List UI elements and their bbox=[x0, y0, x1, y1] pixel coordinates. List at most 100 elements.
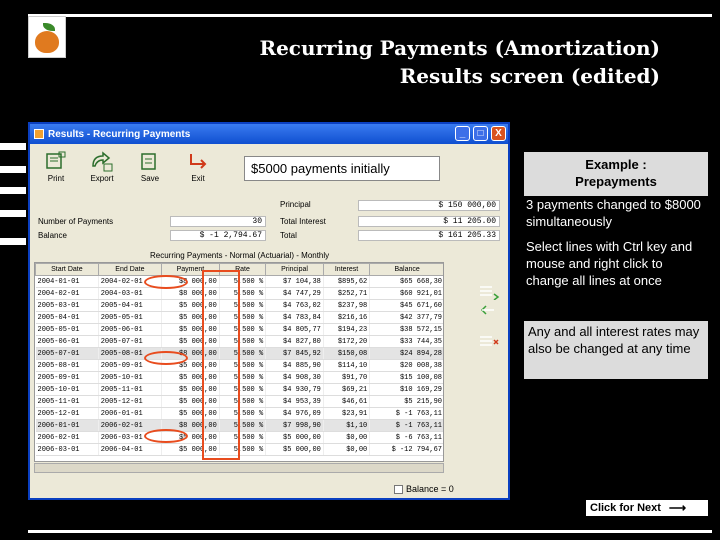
table-cell[interactable]: $4 763,02 bbox=[265, 299, 324, 312]
split-row-icon[interactable] bbox=[478, 304, 500, 320]
table-cell[interactable]: $252,71 bbox=[323, 287, 371, 300]
balance-field[interactable]: $ -1 2,794.67 bbox=[170, 230, 266, 241]
table-cell[interactable]: $4 827,80 bbox=[265, 335, 324, 348]
table-cell[interactable]: $0,00 bbox=[323, 443, 371, 456]
table-cell[interactable]: $ -1 763,11 bbox=[369, 419, 443, 432]
next-button[interactable]: Click for Next ⟶ bbox=[584, 498, 710, 518]
minimize-button[interactable]: _ bbox=[455, 126, 470, 141]
table-cell[interactable]: $194,23 bbox=[323, 323, 371, 336]
horizontal-scrollbar[interactable] bbox=[34, 463, 444, 473]
table-cell[interactable]: $4 953,39 bbox=[265, 395, 324, 408]
maximize-button[interactable]: □ bbox=[473, 126, 488, 141]
table-cell[interactable]: $ -6 763,11 bbox=[369, 431, 443, 444]
table-cell[interactable]: 2006-03-01 bbox=[35, 443, 99, 456]
column-header[interactable]: End Date bbox=[97, 263, 163, 276]
table-cell[interactable]: 2006-02-01 bbox=[35, 431, 99, 444]
print-button[interactable]: Print bbox=[36, 150, 76, 188]
edge-tick bbox=[0, 143, 26, 150]
export-button[interactable]: Export bbox=[82, 150, 122, 188]
window-titlebar[interactable]: Results - Recurring Payments _ □ X bbox=[30, 124, 508, 144]
table-cell[interactable]: 2005-07-01 bbox=[98, 335, 163, 348]
table-cell[interactable]: $150,08 bbox=[323, 347, 371, 360]
table-cell[interactable]: 2005-04-01 bbox=[35, 311, 99, 324]
table-cell[interactable]: $4 930,79 bbox=[265, 383, 324, 396]
table-cell[interactable]: 2005-10-01 bbox=[35, 383, 99, 396]
table-cell[interactable]: 2006-04-01 bbox=[98, 443, 163, 456]
column-header[interactable]: Start Date bbox=[35, 263, 99, 276]
table-cell[interactable]: $65 668,30 bbox=[369, 275, 443, 288]
table-cell[interactable]: $ -12 794,67 bbox=[369, 443, 443, 456]
highlight-circle bbox=[144, 351, 188, 365]
table-cell[interactable]: $ -1 763,11 bbox=[369, 407, 443, 420]
table-cell[interactable]: 2005-05-01 bbox=[35, 323, 99, 336]
apple-logo-icon bbox=[28, 16, 66, 58]
table-cell[interactable]: $172,20 bbox=[323, 335, 371, 348]
table-cell[interactable]: $60 921,01 bbox=[369, 287, 443, 300]
table-cell[interactable]: $0,00 bbox=[323, 431, 371, 444]
checkbox-box[interactable] bbox=[394, 484, 403, 494]
table-cell[interactable]: 2004-02-01 bbox=[35, 287, 99, 300]
save-button[interactable]: Save bbox=[130, 150, 170, 188]
table-cell[interactable]: $7 845,92 bbox=[265, 347, 324, 360]
window-title: Results - Recurring Payments bbox=[48, 128, 191, 140]
table-cell[interactable]: $216,16 bbox=[323, 311, 371, 324]
table-cell[interactable]: $20 008,38 bbox=[369, 359, 443, 372]
table-cell[interactable]: $4 747,29 bbox=[265, 287, 324, 300]
table-cell[interactable]: $45 671,60 bbox=[369, 299, 443, 312]
table-cell[interactable]: $24 894,28 bbox=[369, 347, 443, 360]
arrow-right-icon: ⟶ bbox=[668, 501, 687, 515]
table-cell[interactable]: 2005-06-01 bbox=[98, 323, 163, 336]
table-cell[interactable]: 2005-12-01 bbox=[98, 395, 163, 408]
column-header[interactable]: Balance bbox=[369, 263, 443, 276]
table-cell[interactable]: $4 783,84 bbox=[265, 311, 324, 324]
table-cell[interactable]: 2005-10-01 bbox=[98, 371, 163, 384]
table-cell[interactable]: $4 805,77 bbox=[265, 323, 324, 336]
table-cell[interactable]: 2005-07-01 bbox=[35, 347, 99, 360]
table-cell[interactable]: $91,70 bbox=[323, 371, 371, 384]
exit-button[interactable]: Exit bbox=[178, 150, 218, 188]
table-cell[interactable]: $114,10 bbox=[323, 359, 371, 372]
table-cell[interactable]: 2004-01-01 bbox=[35, 275, 99, 288]
table-cell[interactable]: 2005-03-01 bbox=[35, 299, 99, 312]
table-cell[interactable]: 2005-09-01 bbox=[35, 371, 99, 384]
table-cell[interactable]: 2005-12-01 bbox=[35, 407, 99, 420]
table-cell[interactable]: $5 000,00 bbox=[265, 443, 324, 456]
table-cell[interactable]: $1,10 bbox=[323, 419, 371, 432]
column-header[interactable]: Interest bbox=[322, 263, 371, 276]
table-cell[interactable]: 2005-05-01 bbox=[98, 311, 163, 324]
table-cell[interactable]: 2005-06-01 bbox=[35, 335, 99, 348]
column-header[interactable]: Principal bbox=[265, 263, 324, 276]
principal-field[interactable]: $ 150 000,00 bbox=[358, 200, 500, 211]
balance-zero-checkbox[interactable]: Balance = 0 bbox=[394, 484, 454, 494]
table-cell[interactable]: 2006-01-01 bbox=[35, 419, 99, 432]
total-field[interactable]: $ 161 205.33 bbox=[358, 230, 500, 241]
table-cell[interactable]: $38 572,15 bbox=[369, 323, 443, 336]
table-cell[interactable]: 2005-08-01 bbox=[35, 359, 99, 372]
total-interest-field[interactable]: $ 11 205.00 bbox=[358, 216, 500, 227]
table-cell[interactable]: $10 169,29 bbox=[369, 383, 443, 396]
table-cell[interactable]: $7 104,38 bbox=[265, 275, 324, 288]
table-cell[interactable]: $5 215,90 bbox=[369, 395, 443, 408]
table-cell[interactable]: $7 998,90 bbox=[265, 419, 324, 432]
table-cell[interactable]: $33 744,35 bbox=[369, 335, 443, 348]
table-cell[interactable]: $4 976,09 bbox=[265, 407, 324, 420]
table-cell[interactable]: 2005-11-01 bbox=[98, 383, 163, 396]
table-cell[interactable]: 2004-03-01 bbox=[98, 287, 163, 300]
table-cell[interactable]: $237,98 bbox=[323, 299, 371, 312]
table-cell[interactable]: 2005-11-01 bbox=[35, 395, 99, 408]
table-cell[interactable]: $23,91 bbox=[323, 407, 371, 420]
table-cell[interactable]: 2005-04-01 bbox=[98, 299, 163, 312]
table-cell[interactable]: $42 377,79 bbox=[369, 311, 443, 324]
table-cell[interactable]: $46,61 bbox=[323, 395, 371, 408]
close-button[interactable]: X bbox=[491, 126, 506, 141]
table-cell[interactable]: $69,21 bbox=[323, 383, 371, 396]
table-cell[interactable]: 2006-01-01 bbox=[98, 407, 163, 420]
insert-row-icon[interactable] bbox=[478, 284, 500, 300]
table-cell[interactable]: $895,62 bbox=[323, 275, 371, 288]
table-cell[interactable]: $15 100,08 bbox=[369, 371, 443, 384]
delete-row-icon[interactable] bbox=[478, 334, 500, 350]
table-cell[interactable]: $5 000,00 bbox=[265, 431, 324, 444]
table-cell[interactable]: $4 885,90 bbox=[265, 359, 324, 372]
num-payments-field[interactable]: 30 bbox=[170, 216, 266, 227]
table-cell[interactable]: $4 908,30 bbox=[265, 371, 324, 384]
